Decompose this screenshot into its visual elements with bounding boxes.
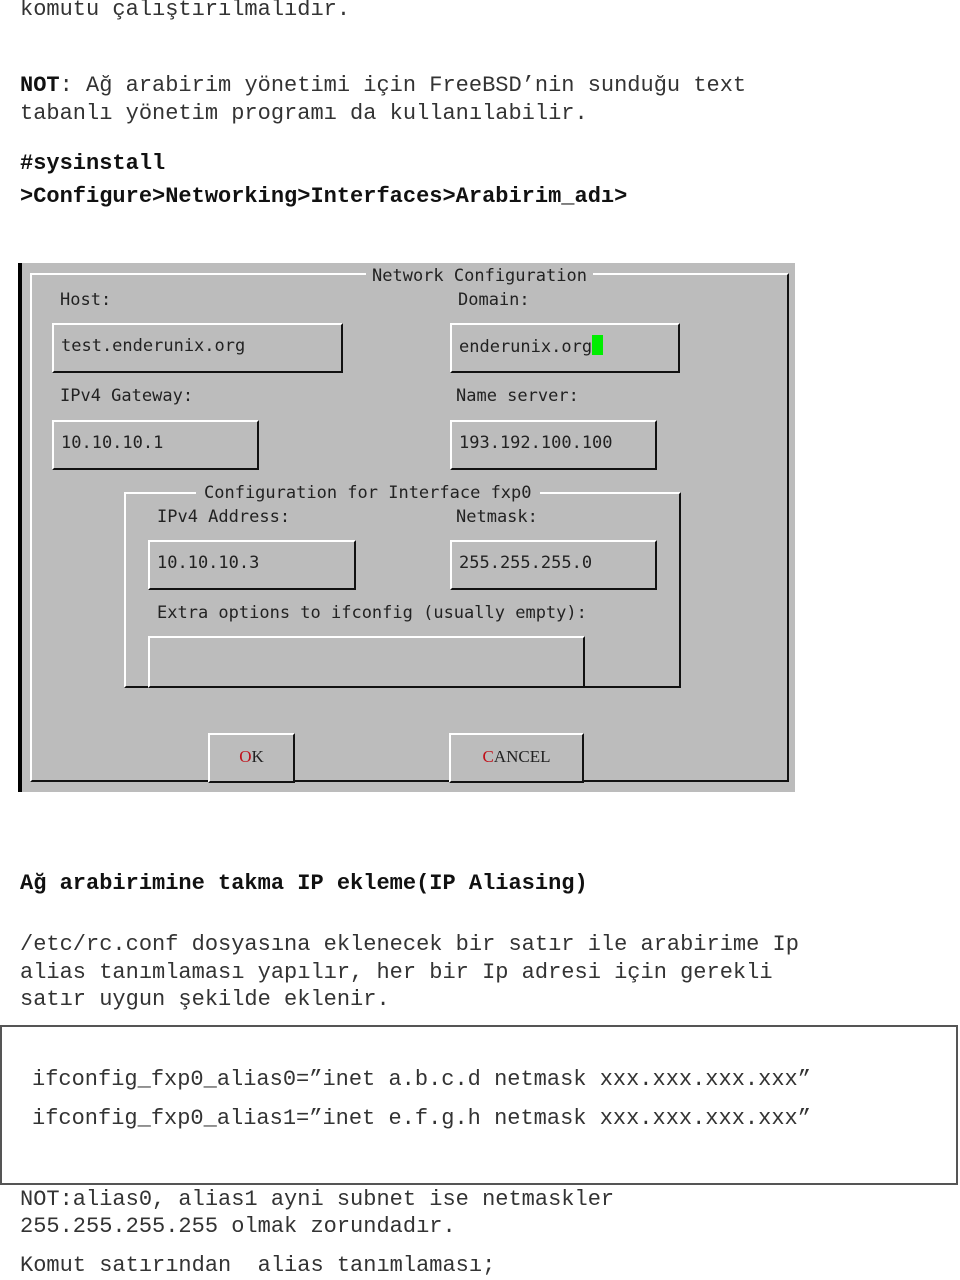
ok-button[interactable]: OK [208, 733, 295, 783]
note-paragraph: NOT: Ağ arabirim yönetimi için FreeBSD’n… [20, 72, 746, 100]
paragraph-line: /etc/rc.conf dosyasına eklenecek bir sat… [20, 932, 799, 957]
ipv4-address-label: IPv4 Address: [157, 506, 291, 528]
extra-options-input[interactable] [148, 636, 585, 688]
gateway-value: 10.10.10.1 [61, 433, 164, 453]
host-label: Host: [60, 289, 112, 311]
nameserver-label: Name server: [456, 385, 579, 407]
paragraph-line: satır uygun şekilde eklenir. [20, 987, 390, 1012]
section-heading: Ağ arabirimine takma IP ekleme(IP Aliasi… [20, 871, 588, 896]
netmask-input[interactable]: 255.255.255.0 [450, 540, 657, 590]
dialog-shadow [18, 263, 22, 792]
cancel-hotkey: C [482, 747, 494, 766]
note-label: NOT [20, 73, 60, 98]
dialog-title: Network Configuration [366, 265, 593, 287]
note2-line: NOT:alias0, alias1 ayni subnet ise netma… [20, 1187, 615, 1212]
gateway-label: IPv4 Gateway: [60, 385, 194, 407]
button-row-line-left [36, 780, 206, 782]
command-text: #sysinstall [20, 151, 166, 176]
host-value: test.enderunix.org [61, 336, 246, 356]
netmask-value: 255.255.255.0 [459, 553, 593, 573]
button-row-line-right [585, 780, 787, 782]
domain-value: enderunix.org [459, 335, 604, 358]
host-input[interactable]: test.enderunix.org [52, 323, 343, 373]
note-text: : Ağ arabirim yönetimi için FreeBSD’nin … [59, 73, 747, 98]
last-line: Komut satırından alias tanımlaması; [20, 1253, 496, 1278]
extra-options-label: Extra options to ifconfig (usually empty… [157, 602, 587, 624]
nameserver-input[interactable]: 193.192.100.100 [450, 420, 657, 470]
gateway-input[interactable]: 10.10.10.1 [52, 420, 259, 470]
intro-line: komutu çalıştırılmalıdır. [20, 0, 351, 22]
frame-segment [130, 686, 142, 688]
menu-path: >Configure>Networking>Interfaces>Arabiri… [20, 184, 628, 209]
ok-hotkey: O [239, 747, 252, 766]
ipv4-address-input[interactable]: 10.10.10.3 [148, 540, 356, 590]
text-cursor [592, 335, 604, 355]
note2-line: 255.255.255.255 olmak zorundadır. [20, 1214, 456, 1239]
code-line: ifconfig_fxp0_alias0=”inet a.b.c.d netma… [32, 1067, 811, 1092]
netmask-label: Netmask: [456, 506, 538, 528]
note-text-line2: tabanlı yönetim programı da kullanılabil… [20, 101, 588, 126]
ipv4-address-value: 10.10.10.3 [157, 553, 260, 573]
paragraph-line: alias tanımlaması yapılır, her bir Ip ad… [20, 960, 773, 985]
button-row-line-mid [300, 780, 446, 782]
domain-label: Domain: [458, 289, 530, 311]
cancel-button[interactable]: CANCEL [449, 733, 584, 783]
nameserver-value: 193.192.100.100 [459, 433, 613, 453]
interface-frame-title: Configuration for Interface fxp0 [196, 482, 540, 504]
code-box: ifconfig_fxp0_alias0=”inet a.b.c.d netma… [0, 1025, 958, 1185]
domain-input[interactable]: enderunix.org [450, 323, 680, 373]
code-line: ifconfig_fxp0_alias1=”inet e.f.g.h netma… [32, 1106, 811, 1131]
